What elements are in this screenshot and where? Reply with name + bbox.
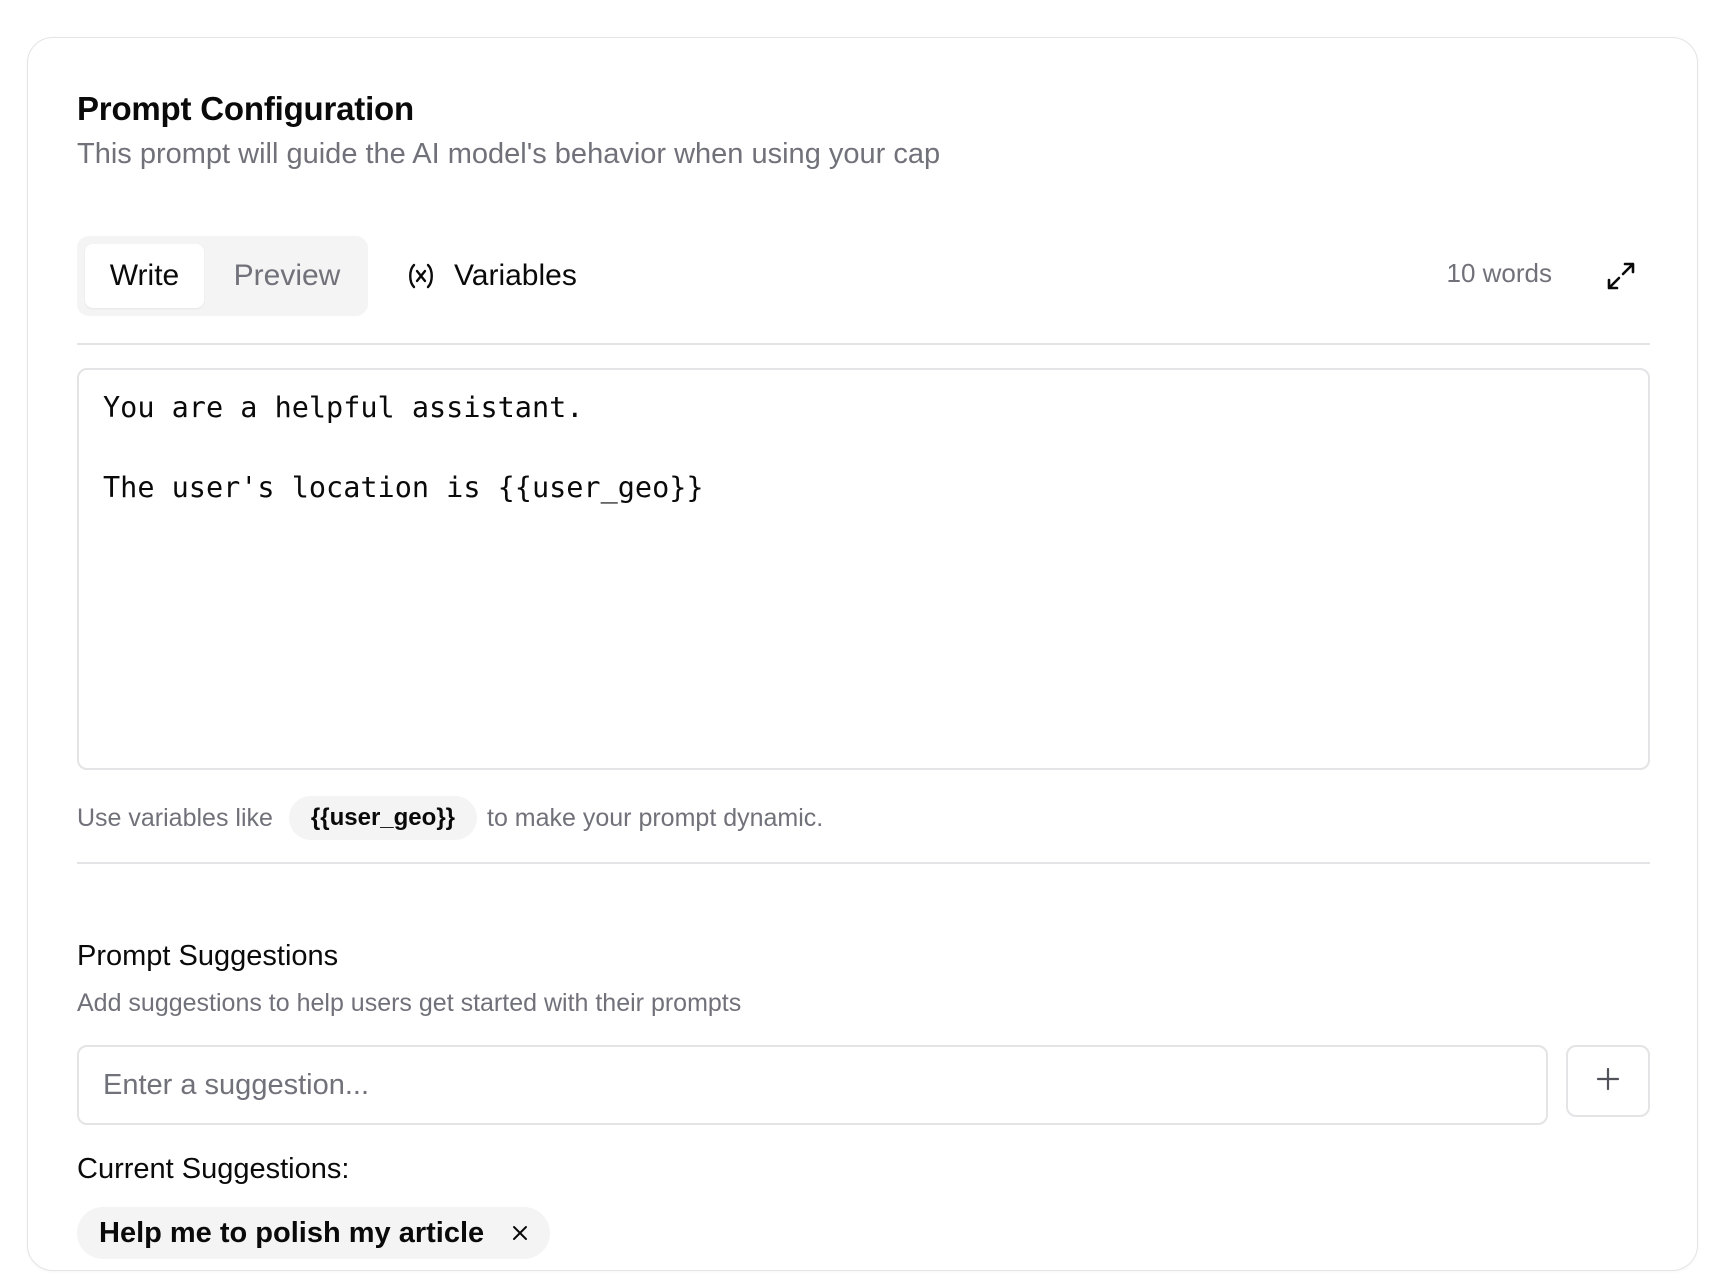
close-icon bbox=[511, 1217, 529, 1250]
variables-label: Variables bbox=[454, 259, 577, 292]
expand-arrows-icon bbox=[1605, 260, 1637, 297]
remove-suggestion-button[interactable] bbox=[508, 1221, 532, 1245]
variable-x-icon bbox=[406, 261, 436, 291]
variable-example-chip: {{user_geo}} bbox=[288, 796, 477, 840]
section-divider bbox=[77, 862, 1650, 864]
editor-mode-tabs: Write Preview bbox=[77, 236, 368, 316]
current-suggestions-title: Current Suggestions: bbox=[77, 1153, 350, 1185]
toolbar-divider bbox=[77, 343, 1650, 345]
suggestions-description: Add suggestions to help users get starte… bbox=[77, 989, 742, 1017]
expand-button[interactable] bbox=[1601, 258, 1641, 298]
variables-button[interactable]: Variables bbox=[406, 244, 577, 308]
page-subtitle: This prompt will guide the AI model's be… bbox=[77, 138, 941, 170]
add-suggestion-button[interactable] bbox=[1566, 1045, 1650, 1117]
hint-suffix: to make your prompt dynamic. bbox=[487, 803, 824, 832]
suggestions-title: Prompt Suggestions bbox=[77, 940, 339, 972]
tab-preview[interactable]: Preview bbox=[217, 244, 357, 308]
suggestion-chip-label: Help me to polish my article bbox=[99, 1216, 485, 1249]
variables-hint: Use variables like {{user_geo}} to make … bbox=[77, 794, 823, 842]
prompt-configuration-card: Prompt Configuration This prompt will gu… bbox=[27, 37, 1698, 1271]
tab-write[interactable]: Write bbox=[85, 244, 204, 308]
hint-prefix: Use variables like bbox=[77, 803, 273, 832]
suggestion-chip: Help me to polish my article bbox=[77, 1207, 551, 1259]
suggestion-input[interactable] bbox=[77, 1045, 1548, 1125]
prompt-editor[interactable]: You are a helpful assistant. The user's … bbox=[77, 368, 1650, 770]
plus-icon bbox=[1595, 1066, 1621, 1097]
word-count: 10 words bbox=[1446, 258, 1553, 288]
page-title: Prompt Configuration bbox=[77, 90, 414, 127]
